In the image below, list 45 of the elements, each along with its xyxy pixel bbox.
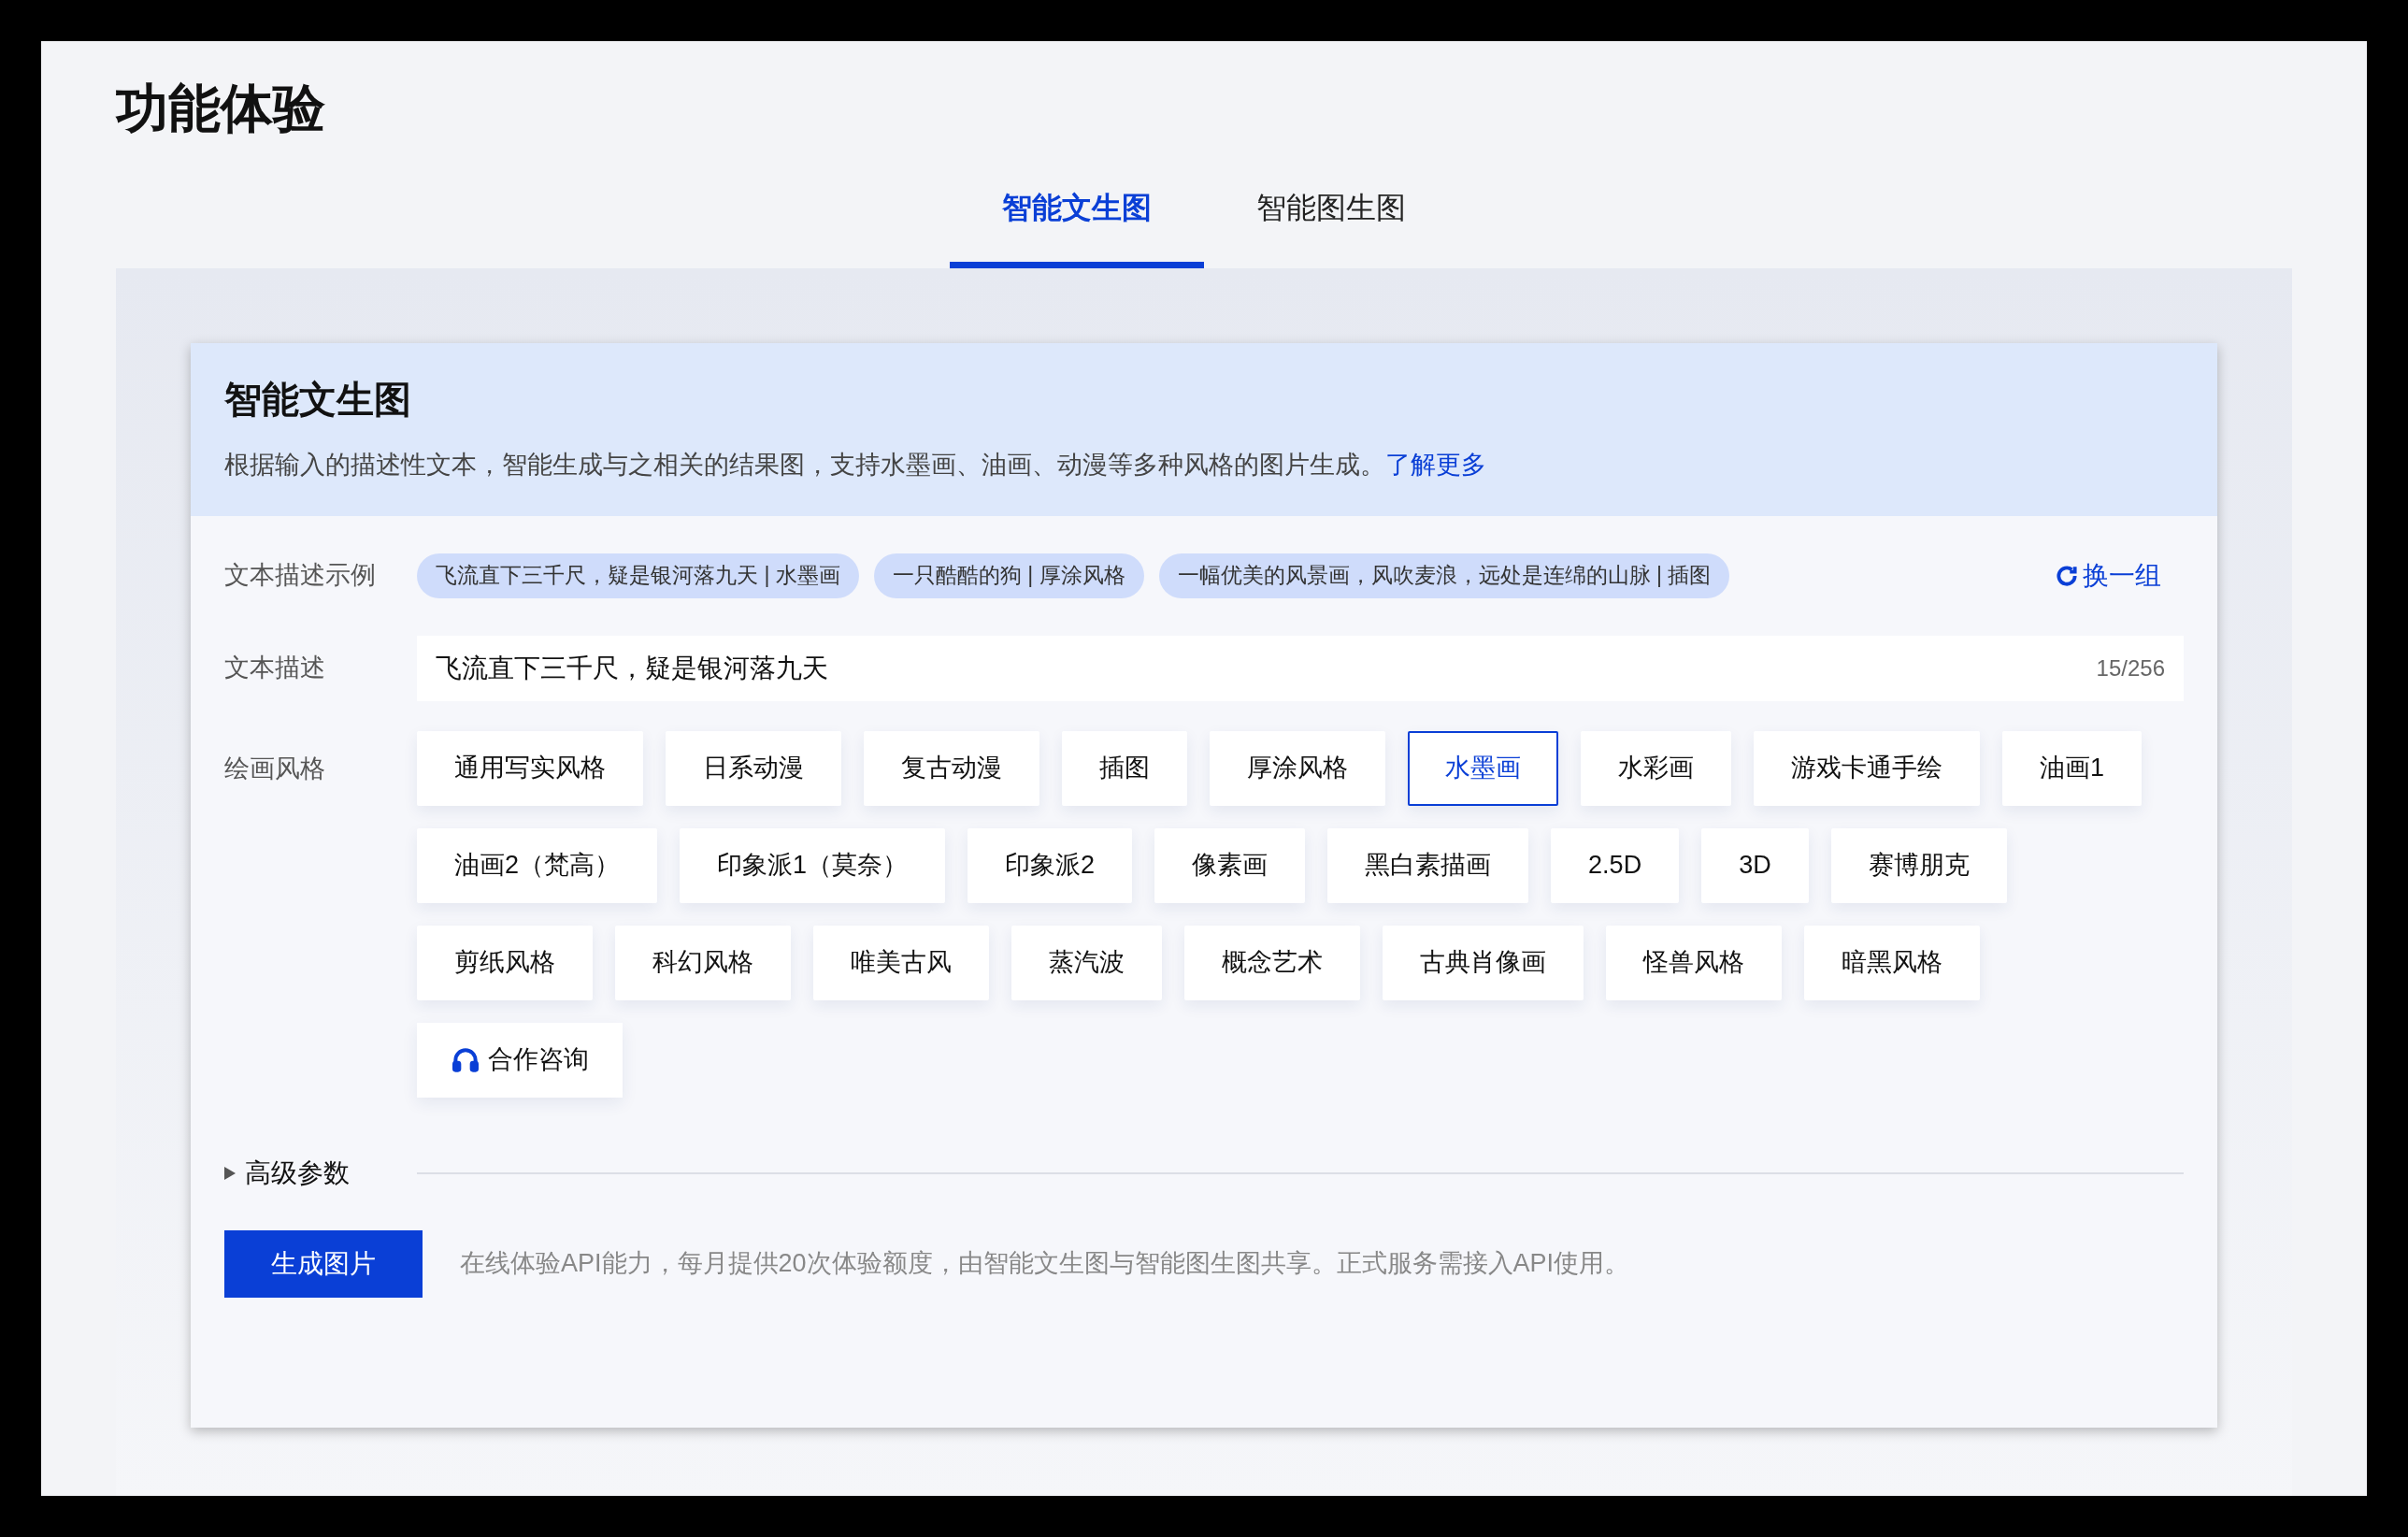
refresh-icon <box>2055 563 2079 588</box>
refresh-button[interactable]: 换一组 <box>2055 555 2161 596</box>
style-option[interactable]: 3D <box>1701 827 1809 903</box>
card-description: 根据输入的描述性文本，智能生成与之相关的结果图，支持水墨画、油画、动漫等多种风格的图片生成。了解更多 <box>224 450 1486 481</box>
style-option[interactable]: 科幻风格 <box>615 925 791 1000</box>
character-counter: 15/256 <box>2096 654 2165 682</box>
field-label: 文本描述 <box>224 653 326 684</box>
contact-button[interactable]: 合作咨询 <box>417 1022 623 1098</box>
field-label: 文本描述示例 <box>224 560 377 592</box>
example-chip[interactable]: 飞流直下三千尺，疑是银河落九天 | 水墨画 <box>417 553 859 598</box>
style-option[interactable]: 复古动漫 <box>864 730 1039 806</box>
tab[interactable]: 智能图生图 <box>1204 176 1458 268</box>
advanced-toggle[interactable]: 高级参数 <box>224 1153 417 1193</box>
style-option[interactable]: 水彩画 <box>1581 730 1731 806</box>
page-title: 功能体验 <box>116 78 325 139</box>
style-option[interactable]: 印象派1（莫奈） <box>680 827 946 903</box>
style-option[interactable]: 像素画 <box>1154 827 1306 903</box>
style-option[interactable]: 游戏卡通手绘 <box>1754 730 1980 806</box>
style-option[interactable]: 2.5D <box>1551 827 1680 903</box>
style-option[interactable]: 暗黑风格 <box>1804 925 1980 1000</box>
field-label: 绘画风格 <box>224 753 326 784</box>
example-chip[interactable]: 一幅优美的风景画，风吹麦浪，远处是连绵的山脉 | 插图 <box>1158 553 1730 598</box>
style-option[interactable]: 黑白素描画 <box>1327 827 1529 903</box>
style-option[interactable]: 印象派2 <box>968 827 1133 903</box>
example-chip[interactable]: 一只酷酷的狗 | 厚涂风格 <box>873 553 1144 598</box>
style-option[interactable]: 唯美古风 <box>813 925 989 1000</box>
style-option[interactable]: 水墨画 <box>1408 730 1558 806</box>
style-option[interactable]: 怪兽风格 <box>1606 925 1782 1000</box>
style-option[interactable]: 插图 <box>1062 730 1187 806</box>
style-option[interactable]: 油画1 <box>2002 730 2143 806</box>
usage-note: 在线体验API能力，每月提供20次体验额度，由智能文生图与智能图生图共享。正式服务需接入API使用。 <box>460 1248 1630 1280</box>
style-option[interactable]: 古典肖像画 <box>1383 925 1584 1000</box>
description-input[interactable]: 飞流直下三千尺，疑是银河落九天 <box>436 648 2082 688</box>
style-option[interactable]: 日系动漫 <box>666 730 841 806</box>
learn-more-link[interactable]: 了解更多 <box>1385 451 1486 479</box>
description-field[interactable]: 飞流直下三千尺，疑是银河落九天 15/256 <box>417 635 2184 701</box>
generate-button[interactable]: 生成图片 <box>224 1229 423 1298</box>
style-option[interactable]: 厚涂风格 <box>1210 730 1385 806</box>
style-option[interactable]: 油画2（梵高） <box>417 827 658 903</box>
style-option[interactable]: 通用写实风格 <box>417 730 643 806</box>
style-option[interactable]: 剪纸风格 <box>417 925 593 1000</box>
card-title: 智能文生图 <box>224 378 411 422</box>
style-option[interactable]: 蒸汽波 <box>1011 925 1162 1000</box>
style-option[interactable]: 赛博朋克 <box>1830 827 2007 903</box>
style-option[interactable]: 概念艺术 <box>1184 925 1360 1000</box>
